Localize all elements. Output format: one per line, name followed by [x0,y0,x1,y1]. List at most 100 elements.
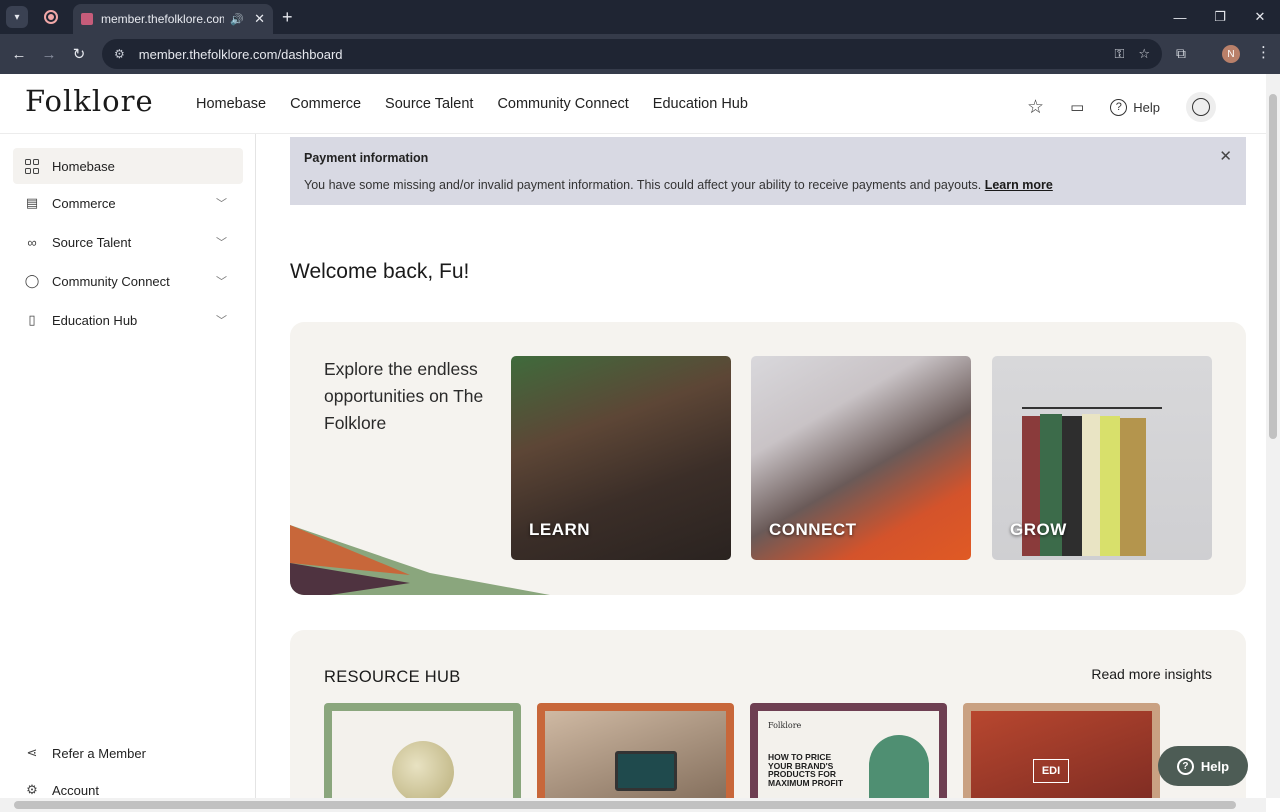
resource-hub-title: RESOURCE HUB [324,668,461,686]
browser-menu-icon[interactable]: ⋮ [1256,43,1271,61]
help-label: Help [1133,99,1160,115]
resource-card[interactable]: EDI [963,703,1160,798]
grow-card[interactable]: GROW [992,356,1212,560]
sidebar-item-label: Education Hub [52,312,138,328]
folklore-logo[interactable]: Folklore [25,84,154,118]
main-content: Payment information You have some missin… [257,134,1266,798]
sidebar-item-label: Commerce [52,195,116,211]
chevron-down-icon[interactable]: ﹀ [216,234,227,250]
vertical-scrollbar[interactable] [1266,74,1280,798]
favorites-star-icon[interactable]: ☆ [1027,96,1044,119]
resource-card-image [545,711,726,798]
learn-card[interactable]: LEARN [511,356,731,560]
resource-card-headline: HOW TO PRICE YOUR BRAND'S PRODUCTS FOR M… [768,752,844,788]
person-photo [869,735,929,798]
sidebar-item-community-connect[interactable]: ◯ Community Connect ﹀ [13,263,243,299]
window-controls: — ❐ ✕ [1160,0,1280,34]
gear-icon: ⚙ [26,782,38,797]
new-tab-button[interactable]: + [282,7,293,28]
forward-icon[interactable]: → [34,46,64,63]
header-actions: ☆ ▭ ? Help [1027,92,1216,122]
minimize-icon[interactable]: — [1160,0,1200,34]
reload-icon[interactable]: ↻ [64,45,94,63]
sidebar-item-label: Refer a Member [52,745,146,761]
messages-icon[interactable]: ▭ [1070,98,1084,116]
url-text[interactable]: member.thefolklore.com/dashboard [139,47,1101,62]
help-link[interactable]: ? Help [1110,98,1160,116]
edi-tag: EDI [1033,759,1069,783]
store-icon: ▤ [25,195,39,210]
help-icon: ? [1176,757,1194,775]
key-icon[interactable]: ⚿ [1114,46,1124,62]
restore-icon[interactable]: ❐ [1200,0,1240,34]
resource-card[interactable]: Folklore HOW TO PRICE YOUR BRAND'S PRODU… [750,703,947,798]
chevron-down-icon[interactable]: ﹀ [216,273,227,289]
bookmark-star-icon[interactable]: ☆ [1138,46,1150,62]
grid-icon [24,158,40,174]
address-bar[interactable]: ⚙ member.thefolklore.com/dashboard ⚿ ☆ [102,39,1162,69]
sidebar-item-label: Homebase [52,158,115,174]
help-floating-button[interactable]: ? Help [1158,746,1248,786]
vertical-scroll-thumb[interactable] [1269,94,1277,439]
horizontal-scrollbar[interactable] [0,798,1266,812]
nav-education-hub[interactable]: Education Hub [653,96,748,112]
tablet-image [615,751,677,791]
extensions-icon[interactable]: ⧉ [1176,45,1186,62]
connect-card[interactable]: CONNECT [751,356,971,560]
favicon-icon [81,13,93,25]
alert-message: You have some missing and/or invalid pay… [304,178,1232,192]
nav-community-connect[interactable]: Community Connect [497,96,628,112]
chevron-down-icon[interactable]: ﹀ [216,312,227,328]
user-account-icon[interactable] [1186,92,1216,122]
resource-card-image [332,711,513,798]
sidebar-item-label: Account [52,782,99,798]
globe-image [392,741,454,798]
read-more-insights-link[interactable]: Read more insights [1091,666,1212,682]
sidebar-item-homebase[interactable]: Homebase [13,148,243,184]
browser-toolbar: ← → ↻ ⚙ member.thefolklore.com/dashboard… [0,34,1280,74]
nav-source-talent[interactable]: Source Talent [385,96,473,112]
sidebar-item-label: Source Talent [52,234,132,250]
explore-text: Explore the endless opportunities on The… [324,359,484,433]
alert-title: Payment information [304,151,429,165]
grow-card-label: GROW [1010,520,1067,539]
chevron-down-icon[interactable]: ﹀ [216,195,227,211]
speaker-icon[interactable]: 🔊 [230,13,244,26]
nav-commerce[interactable]: Commerce [290,96,361,112]
close-tab-icon[interactable]: ✕ [254,11,265,27]
resource-card[interactable] [537,703,734,798]
sidebar-item-refer-a-member[interactable]: ⋖ Refer a Member [13,735,243,771]
help-fab-label: Help [1200,758,1230,774]
close-window-icon[interactable]: ✕ [1240,0,1280,34]
browser-tab[interactable]: member.thefolklore.com/dashboard 🔊 ✕ [73,4,273,34]
chat-bubble-icon: ◯ [24,273,40,288]
site-header: Folklore Homebase Commerce Source Talent… [0,74,1266,134]
sidebar-item-commerce[interactable]: ▤ Commerce ﹀ [13,185,243,221]
sidebar-item-source-talent[interactable]: ∞ Source Talent ﹀ [13,224,243,260]
horizontal-scroll-thumb[interactable] [14,801,1236,809]
sidebar-item-education-hub[interactable]: ▯ Education Hub ﹀ [13,302,243,338]
learn-more-link[interactable]: Learn more [985,178,1053,192]
profile-avatar[interactable]: N [1222,45,1240,63]
back-icon[interactable]: ← [4,46,34,63]
resource-card-brand: Folklore [768,721,802,730]
binoculars-icon: ∞ [27,234,37,250]
payment-alert: Payment information You have some missin… [290,137,1246,205]
sidebar-item-label: Community Connect [52,273,170,289]
site-settings-icon[interactable]: ⚙ [114,47,125,61]
nav-homebase[interactable]: Homebase [196,96,266,112]
close-icon[interactable]: ✕ [1219,147,1232,165]
resource-card-image: Folklore HOW TO PRICE YOUR BRAND'S PRODU… [758,711,939,798]
connect-card-label: CONNECT [769,520,857,539]
resource-card[interactable] [324,703,521,798]
recording-icon[interactable] [44,10,58,24]
explore-panel: Explore the endless opportunities on The… [290,322,1246,595]
tab-title: member.thefolklore.com/dashboard [101,12,225,26]
help-icon: ? [1110,98,1128,116]
tab-search-icon[interactable]: ▾ [6,6,28,28]
resource-card-image: EDI [971,711,1152,798]
resource-hub-panel: RESOURCE HUB Read more insights Folklore… [290,630,1246,798]
top-nav: Homebase Commerce Source Talent Communit… [196,96,748,112]
document-icon: ▯ [28,312,36,327]
share-icon: ⋖ [26,745,38,760]
